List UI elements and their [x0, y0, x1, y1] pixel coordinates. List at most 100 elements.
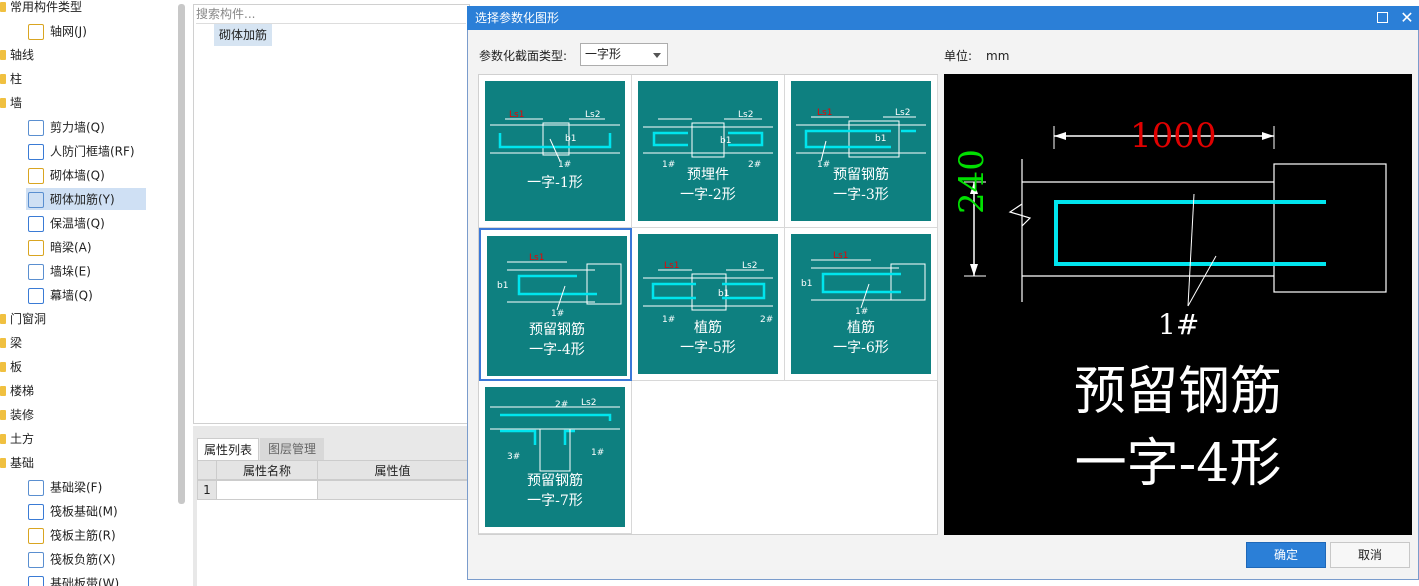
tree-item[interactable]: 轴线 — [0, 44, 34, 66]
shape-thumbnail[interactable]: Ls1 Ls2 b1 1# 2# 植筋 一字-5形 — [632, 228, 785, 381]
shape-thumbnail[interactable]: Ls1 b1 1# 植筋 一字-6形 — [785, 228, 938, 381]
shape-preview: 1000 240 1# 预留钢筋 一字-4形 — [944, 74, 1412, 535]
shape-thumbnail-image: Ls1 Ls2 b1 1# 一字-1形 — [485, 81, 625, 221]
folder-icon — [0, 314, 6, 324]
tree-item-label: 楼梯 — [10, 384, 35, 398]
property-name-cell[interactable] — [216, 480, 318, 500]
tree-item-label: 人防门框墙(RF) — [50, 144, 135, 159]
folder-icon — [0, 386, 6, 396]
tree-item[interactable]: 保温墙(Q) — [28, 212, 105, 234]
property-value-cell[interactable] — [317, 480, 468, 500]
unit-value: mm — [986, 49, 1010, 63]
tree-item[interactable]: 板 — [0, 356, 22, 378]
tree-item[interactable]: 人防门框墙(RF) — [28, 140, 135, 162]
tree-item-label: 砌体加筋(Y) — [50, 192, 115, 207]
search-input[interactable]: 搜索构件... — [196, 6, 466, 24]
tree-item[interactable]: 楼梯 — [0, 380, 35, 402]
tree-item[interactable]: 暗梁(A) — [28, 236, 92, 258]
dialog-title-bar[interactable]: 选择参数化图形 — [467, 6, 1419, 30]
tab-property-list[interactable]: 属性列表 — [197, 438, 259, 461]
section-type-select[interactable]: 一字形 — [580, 43, 668, 66]
tree-item[interactable]: 筏板负筋(X) — [28, 548, 116, 570]
tree-item[interactable]: 基础 — [0, 452, 34, 474]
shape-thumbnail-caption: 一字-5形 — [680, 340, 736, 356]
shape-thumbnail[interactable]: Ls1 Ls2 b1 1# 一字-1形 — [479, 75, 632, 228]
thumb-mark: b1 — [875, 134, 886, 144]
tree-item-label: 常用构件类型 — [10, 0, 83, 14]
tree-item[interactable]: 常用构件类型 — [0, 0, 83, 18]
folder-icon — [0, 338, 6, 348]
tree-scrollbar[interactable] — [178, 4, 185, 504]
tree-item[interactable]: 筏板主筋(R) — [28, 524, 116, 546]
thumb-mark: b1 — [720, 136, 731, 146]
folder-icon — [0, 362, 6, 372]
raft-main-rebar-icon — [28, 527, 44, 544]
tree-item[interactable]: 轴网(J) — [28, 20, 87, 42]
shape-thumbnail-caption: 一字-1形 — [527, 175, 583, 191]
foundation-beam-icon — [28, 479, 44, 496]
shape-thumbnail-image: Ls1 Ls2 b1 1# 2# 植筋 一字-5形 — [638, 234, 778, 374]
thumb-mark: b1 — [801, 279, 812, 289]
tab-layer-management[interactable]: 图层管理 — [260, 438, 324, 460]
tree-item[interactable]: 砌体加筋(Y) — [28, 188, 115, 210]
shape-thumbnail[interactable]: Ls2 2# 3# 1# 预留钢筋 一字-7形 — [479, 381, 632, 534]
tree-item-label: 基础板带(W) — [50, 576, 120, 586]
component-tree: 常用构件类型轴网(J) 轴线柱墙剪力墙(Q) 人防门框墙(RF) 砌体墙(Q) 砌体加筋… — [0, 0, 190, 586]
tree-item[interactable]: 基础板带(W) — [28, 572, 119, 586]
tree-item-label: 基础梁(F) — [50, 480, 103, 495]
thumb-mark: Ls1 — [664, 261, 679, 271]
component-list-item[interactable]: 砌体加筋 — [214, 24, 272, 46]
dialog-title: 选择参数化图形 — [475, 11, 560, 25]
tree-item[interactable]: 装修 — [0, 404, 34, 426]
shape-thumbnail[interactable]: Ls1 Ls2 b1 1# 预留钢筋 一字-3形 — [785, 75, 938, 228]
masonry-wall-icon — [28, 167, 44, 184]
insulation-wall-icon — [28, 215, 44, 232]
tree-item-label: 轴网(J) — [50, 24, 87, 39]
close-icon[interactable]: ✕ — [1398, 6, 1416, 30]
tree-item[interactable]: 梁 — [0, 332, 22, 354]
preview-title-line1: 预留钢筋 — [1073, 362, 1282, 422]
section-type-value: 一字形 — [585, 47, 622, 61]
tree-item[interactable]: 门窗洞 — [0, 308, 47, 330]
curtain-wall-icon — [28, 287, 44, 304]
shape-thumbnail-image: Ls1 b1 1# 预留钢筋 一字-4形 — [487, 236, 627, 376]
property-value-header: 属性值 — [317, 460, 468, 480]
shape-thumbnail-grid: Ls1 Ls2 b1 1# 一字-1形 Ls2 b1 1# 2# 预埋件 一字-2形 Ls1 Ls2 b1… — [478, 74, 938, 535]
thumb-mark: Ls1 — [833, 251, 848, 261]
tree-item[interactable]: 墙 — [0, 92, 22, 114]
thumb-mark: 2# — [555, 400, 568, 410]
tree-item[interactable]: 幕墙(Q) — [28, 284, 93, 306]
tree-item[interactable]: 基础梁(F) — [28, 476, 102, 498]
cancel-button[interactable]: 取消 — [1330, 542, 1410, 568]
tree-item-label: 筏板负筋(X) — [50, 552, 116, 567]
tree-item-label: 柱 — [10, 72, 23, 86]
tree-item-label: 暗梁(A) — [50, 240, 92, 255]
shape-thumbnail-caption: 一字-3形 — [833, 187, 889, 203]
tree-item-label: 筏板主筋(R) — [50, 528, 116, 543]
folder-icon — [0, 458, 6, 468]
thumb-mark: Ls2 — [581, 398, 596, 408]
tree-item[interactable]: 砌体墙(Q) — [28, 164, 105, 186]
tree-item[interactable]: 剪力墙(Q) — [28, 116, 105, 138]
ok-button[interactable]: 确定 — [1246, 542, 1326, 568]
shape-thumbnail-caption: 一字-7形 — [527, 493, 583, 509]
tree-item-label: 砌体墙(Q) — [50, 168, 105, 183]
maximize-icon[interactable] — [1377, 12, 1388, 23]
shape-thumbnail-image: Ls2 2# 3# 1# 预留钢筋 一字-7形 — [485, 387, 625, 527]
thumb-mark: 3# — [507, 452, 520, 462]
shape-thumbnail[interactable]: Ls2 b1 1# 2# 预埋件 一字-2形 — [632, 75, 785, 228]
tree-item[interactable]: 柱 — [0, 68, 23, 90]
preview-bar-mark: 1# — [1158, 308, 1200, 341]
thumb-mark: Ls1 — [817, 108, 832, 118]
folder-icon — [0, 2, 6, 12]
thumb-mark: b1 — [718, 289, 729, 299]
thumb-mark: Ls1 — [529, 253, 544, 263]
shape-thumbnail[interactable]: Ls1 b1 1# 预留钢筋 一字-4形 — [479, 228, 632, 381]
thumb-mark: 1# — [551, 309, 564, 319]
tree-item[interactable]: 筏板基础(M) — [28, 500, 118, 522]
tree-item[interactable]: 墙垛(E) — [28, 260, 91, 282]
tree-item-label: 门窗洞 — [10, 312, 47, 326]
tree-item[interactable]: 土方 — [0, 428, 34, 450]
shape-thumbnail-caption: 预留钢筋 — [529, 322, 585, 338]
preview-title-line2: 一字-4形 — [1074, 434, 1282, 494]
